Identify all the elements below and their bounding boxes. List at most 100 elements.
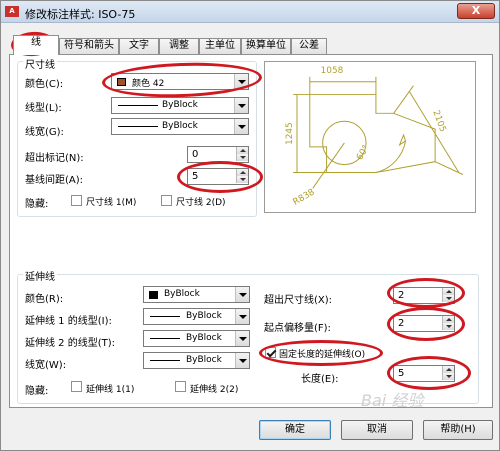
spin-down-icon[interactable] [442,295,454,302]
dim-line1-label: 尺寸线 1(M) [86,198,137,208]
line-sample-icon [118,105,158,106]
chevron-down-icon [235,309,249,324]
dim-lineweight-combo[interactable]: ByBlock [111,118,249,135]
preview-dim-r838: R838 [292,187,317,207]
ext-offset-label: 起点偏移量(F): [264,323,331,334]
ext-length-value: 5 [398,368,405,379]
title-bar[interactable]: A 修改标注样式: ISO-75 X [1,1,499,23]
chevron-down-icon [234,74,248,89]
dim-extend-label: 超出标记(N): [25,153,84,164]
tab-tolerances[interactable]: 公差 [291,38,327,54]
watermark: Bai 经验 [361,391,424,410]
color-swatch-icon [117,78,126,86]
ext-lineweight-label: 线宽(W): [25,360,67,371]
tab-fit[interactable]: 调整 [159,38,199,54]
preview-line [312,142,345,189]
close-button[interactable]: X [457,3,495,19]
chevron-down-icon [235,331,249,346]
ext-linetype1-label: 延伸线 1 的线型(I): [25,316,112,327]
color-swatch-icon [149,291,158,299]
ext-length-spinner[interactable]: 5 [393,365,455,382]
ext-line1-label: 延伸线 1(1) [86,385,135,395]
tab-text[interactable]: 文字 [119,38,159,54]
ext-line2-label: 延伸线 2(2) [190,385,239,395]
autocad-app-icon: A [5,6,19,17]
fixed-length-label: 固定长度的延伸线(O) [279,350,366,360]
dim-line1-checkbox[interactable] [71,195,82,206]
ext-suppress-label: 隐藏: [25,386,49,397]
ext-color-value: ByBlock [164,289,200,299]
ext-linetype1-value: ByBlock [186,311,222,321]
ext-lineweight-value: ByBlock [186,355,222,365]
ext-extend-spinner[interactable]: 2 [393,287,455,304]
dim-lineweight-value: ByBlock [162,121,198,131]
line-sample-icon [118,126,158,127]
dim-color-value: 颜色 42 [132,79,165,89]
line-sample-icon [150,338,180,339]
preview-dim-60: 60° [355,144,372,163]
ext-extend-label: 超出尺寸线(X): [264,295,333,306]
ext-lineweight-combo[interactable]: ByBlock [143,352,250,369]
ext-color-combo[interactable]: ByBlock [143,286,250,303]
tab-lines[interactable]: 线 [13,35,59,55]
tab-primary-units[interactable]: 主单位 [199,38,241,54]
tab-alternate-units[interactable]: 换算单位 [241,38,291,54]
ext-linetype1-combo[interactable]: ByBlock [143,308,250,325]
ext-offset-value: 2 [398,318,405,329]
help-button[interactable]: 帮助(H) [423,420,493,440]
dimension-lines-title: 尺寸线 [23,56,57,71]
preview-image: 1058 1245 2105 60° R838 [264,61,476,213]
preview-dim-1245: 1245 [285,122,295,145]
chevron-down-icon [234,119,248,134]
spin-down-icon[interactable] [442,373,454,380]
dialog-window: A 修改标注样式: ISO-75 X 线 符号和箭头 文字 调整 主单位 换算单… [0,0,500,451]
dim-extend-spinner[interactable]: 0 [187,146,249,163]
spin-down-icon[interactable] [236,154,248,161]
preview-line [393,85,414,114]
dim-suppress-label: 隐藏: [25,199,49,210]
preview-dim-1058: 1058 [321,66,344,76]
ok-button[interactable]: 确定 [259,420,331,440]
dim-linetype-value: ByBlock [162,100,198,110]
spin-up-icon[interactable] [442,366,454,373]
ext-length-label: 长度(E): [301,374,339,385]
ext-line2-checkbox[interactable] [175,381,186,392]
chevron-down-icon [235,287,249,302]
ext-linetype2-combo[interactable]: ByBlock [143,330,250,347]
chevron-down-icon [234,98,248,113]
chevron-down-icon [235,353,249,368]
spin-up-icon[interactable] [236,147,248,154]
spin-up-icon[interactable] [442,288,454,295]
dim-line2-label: 尺寸线 2(D) [176,198,226,208]
dim-baseline-spinner[interactable]: 5 [187,168,249,185]
ext-linetype2-value: ByBlock [186,333,222,343]
cancel-button[interactable]: 取消 [341,420,413,440]
dim-lineweight-label: 线宽(G): [25,127,64,138]
preview-line [434,161,463,175]
ext-extend-value: 2 [398,290,405,301]
dim-line2-checkbox[interactable] [161,195,172,206]
ext-color-label: 颜色(R): [25,294,64,305]
dim-extend-value: 0 [192,149,199,160]
dim-color-combo[interactable]: 颜色 42 [111,73,249,90]
line-sample-icon [150,316,180,317]
preview-line [309,94,436,174]
fixed-length-checkbox[interactable] [265,347,276,358]
line-sample-icon [150,360,180,361]
tab-symbols-arrows[interactable]: 符号和箭头 [59,38,119,54]
spin-down-icon[interactable] [442,323,454,330]
spin-up-icon[interactable] [442,316,454,323]
dim-linetype-combo[interactable]: ByBlock [111,97,249,114]
spin-down-icon[interactable] [236,176,248,183]
dim-baseline-value: 5 [192,171,199,182]
ext-line1-checkbox[interactable] [71,381,82,392]
window-title: 修改标注样式: ISO-75 [25,8,136,21]
spin-up-icon[interactable] [236,169,248,176]
ext-offset-spinner[interactable]: 2 [393,315,455,332]
extension-lines-title: 延伸线 [23,268,57,283]
ext-linetype2-label: 延伸线 2 的线型(T): [25,338,115,349]
dim-baseline-label: 基线间距(A): [25,175,84,186]
dim-color-label: 颜色(C): [25,79,64,90]
preview-line [409,91,460,173]
dim-linetype-label: 线型(L): [25,103,62,114]
